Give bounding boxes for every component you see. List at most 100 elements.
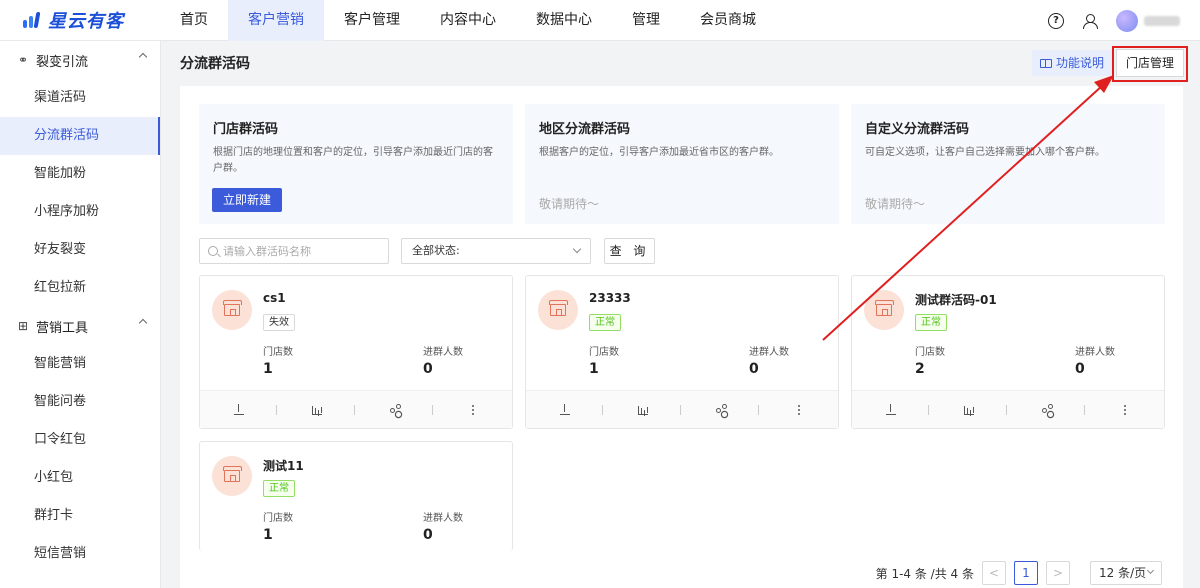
sidebar-item-small-red-packet[interactable]: 小红包 [0, 459, 160, 497]
code-card[interactable]: cs1 失效 门店数 进群人数 1 0 [199, 275, 513, 429]
joined-count-label: 进群人数 [1075, 347, 1115, 358]
store-count-value: 2 [915, 361, 925, 377]
nav-item-content-center[interactable]: 内容中心 [420, 0, 516, 41]
code-card-name: 测试群活码-01 [915, 293, 997, 307]
sidebar-item-sms-marketing[interactable]: 短信营销 [0, 535, 160, 573]
status-badge: 正常 [263, 480, 295, 497]
code-card[interactable]: 测试群活码-01 正常 门店数 进群人数 2 0 [851, 275, 1165, 429]
status-badge: 失效 [263, 314, 295, 331]
more-icon[interactable] [792, 403, 806, 417]
divider [680, 405, 681, 415]
code-card[interactable]: 测试11 正常 门店数 进群人数 1 0 [199, 441, 513, 551]
divider [602, 405, 603, 415]
nav-item-management[interactable]: 管理 [612, 0, 680, 41]
more-icon[interactable] [466, 403, 480, 417]
sidebar-group-fission[interactable]: ⚭ 裂变引流 [0, 41, 160, 79]
joined-count-label: 进群人数 [423, 513, 463, 524]
chart-icon[interactable] [962, 403, 976, 417]
nav-item-data-center[interactable]: 数据中心 [516, 0, 612, 41]
user-name-blurred [1144, 15, 1180, 26]
sidebar-item-smart-survey[interactable]: 智能问卷 [0, 383, 160, 421]
search-field[interactable] [199, 238, 389, 264]
coming-soon-text: 敬请期待～ [539, 197, 600, 211]
page-size-select[interactable]: 12 条/页 [1090, 561, 1162, 585]
store-icon [212, 290, 252, 330]
joined-count-value: 0 [423, 361, 433, 377]
sidebar-item-group-checkin[interactable]: 群打卡 [0, 497, 160, 535]
page-number-button[interactable]: 1 [1014, 561, 1038, 585]
sidebar-item-miniprogram-fans[interactable]: 小程序加粉 [0, 193, 160, 231]
divider [354, 405, 355, 415]
nav-item-member-mall[interactable]: 会员商城 [680, 0, 776, 41]
sidebar-item-smart-marketing[interactable]: 智能营销 [0, 345, 160, 383]
divider [928, 405, 929, 415]
search-input[interactable] [223, 244, 383, 258]
store-icon [538, 290, 578, 330]
share-icon[interactable] [1040, 403, 1054, 417]
chart-icon[interactable] [310, 403, 324, 417]
sidebar-item-group-split-code[interactable]: 分流群活码 [0, 117, 160, 155]
sidebar-item-red-packet-new[interactable]: 红包拉新 [0, 269, 160, 307]
help-icon[interactable]: ? [1048, 12, 1064, 29]
store-icon [864, 290, 904, 330]
nav-item-customer-marketing[interactable]: 客户营销 [228, 0, 324, 41]
nav-item-home[interactable]: 首页 [160, 0, 228, 41]
download-icon[interactable] [884, 403, 898, 417]
download-icon[interactable] [558, 403, 572, 417]
page-title: 分流群活码 [180, 56, 250, 72]
status-badge: 正常 [589, 314, 621, 331]
user-profile[interactable] [1116, 9, 1180, 32]
sidebar-item-channel-code[interactable]: 渠道活码 [0, 79, 160, 117]
main-content: 门店群活码 根据门店的地理位置和客户的定位，引导客户添加最近门店的客户群。 立即… [180, 86, 1183, 588]
next-page-button[interactable]: > [1046, 561, 1070, 585]
type-card-title: 自定义分流群活码 [865, 122, 970, 137]
sidebar-item-friend-fission[interactable]: 好友裂变 [0, 231, 160, 269]
book-icon [1039, 58, 1052, 68]
divider [432, 405, 433, 415]
brand-logo[interactable]: 星云有客 [0, 7, 160, 33]
prev-page-button[interactable]: < [982, 561, 1006, 585]
share-icon[interactable] [388, 403, 402, 417]
logo-icon [22, 10, 42, 30]
feature-help-button[interactable]: 功能说明 [1031, 50, 1112, 76]
user-icon[interactable] [1082, 13, 1098, 29]
feature-help-label: 功能说明 [1055, 56, 1104, 70]
chart-icon[interactable] [636, 403, 650, 417]
create-now-button[interactable]: 立即新建 [212, 188, 282, 212]
chevron-up-icon [138, 318, 148, 328]
store-count-label: 门店数 [589, 347, 619, 358]
fission-icon: ⚭ [17, 53, 29, 67]
gift-icon: ⊞ [17, 319, 29, 333]
store-count-label: 门店数 [263, 347, 293, 358]
type-card-desc: 可自定义选项，让客户自己选择需要加入哪个客户群。 [865, 147, 1105, 158]
nav-item-customer-management[interactable]: 客户管理 [324, 0, 420, 41]
share-icon[interactable] [714, 403, 728, 417]
download-icon[interactable] [232, 403, 246, 417]
joined-count-label: 进群人数 [423, 347, 463, 358]
code-card[interactable]: 23333 正常 门店数 进群人数 1 0 [525, 275, 839, 429]
query-button[interactable]: 查 询 [604, 238, 655, 264]
main-nav: 首页 客户营销 客户管理 内容中心 数据中心 管理 会员商城 [160, 0, 776, 41]
top-right-tools: ? [1048, 0, 1180, 41]
joined-count-value: 0 [1075, 361, 1085, 377]
chevron-down-icon [572, 244, 582, 254]
divider [1006, 405, 1007, 415]
sidebar-group-label: 裂变引流 [36, 54, 89, 70]
card-action-bar [852, 390, 1164, 428]
sidebar-item-password-red-packet[interactable]: 口令红包 [0, 421, 160, 459]
sidebar: ⚭ 裂变引流 渠道活码 分流群活码 智能加粉 小程序加粉 好友裂变 红包拉新 ⊞… [0, 41, 161, 588]
sidebar-group-marketing-tools[interactable]: ⊞ 营销工具 [0, 307, 160, 345]
joined-count-label: 进群人数 [749, 347, 789, 358]
chevron-down-icon [1146, 566, 1155, 575]
top-navigation-bar: 星云有客 首页 客户营销 客户管理 内容中心 数据中心 管理 会员商城 ? [0, 0, 1200, 41]
pagination-summary: 第 1-4 条 /共 4 条 [875, 566, 974, 581]
annotation-highlight-box [1112, 46, 1188, 82]
brand-name: 星云有客 [48, 11, 124, 32]
store-count-label: 门店数 [263, 513, 293, 524]
status-select[interactable]: 全部状态: [401, 238, 591, 264]
pagination: 第 1-4 条 /共 4 条 < 1 > 12 条/页 [876, 561, 1162, 585]
code-card-name: 测试11 [263, 459, 304, 473]
chevron-up-icon [138, 52, 148, 62]
sidebar-item-smart-add-fans[interactable]: 智能加粉 [0, 155, 160, 193]
more-icon[interactable] [1118, 403, 1132, 417]
